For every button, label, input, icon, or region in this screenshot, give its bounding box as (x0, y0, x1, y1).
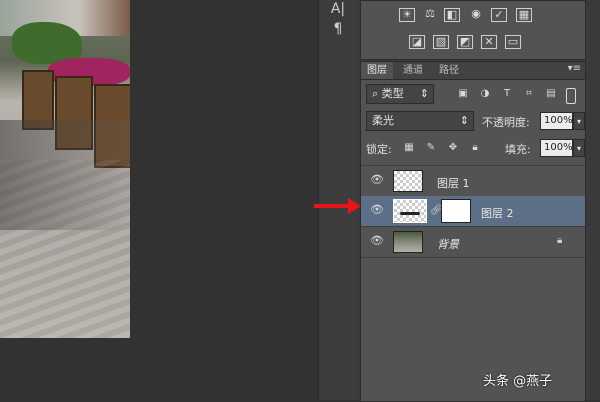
layer-thumbnail (393, 231, 423, 253)
canvas-workspace[interactable] (0, 0, 318, 400)
layer-name[interactable]: 背景 (437, 236, 459, 252)
channel-mixer-icon[interactable]: ▦ (516, 8, 532, 22)
tab-layers[interactable]: 图层 (361, 62, 393, 79)
opacity-field[interactable]: 100% (540, 112, 573, 130)
thumbnail-content (400, 212, 420, 215)
filter-smart-object-icon[interactable]: ▤ (545, 88, 557, 100)
lock-position-icon[interactable]: ✥ (447, 142, 459, 154)
layer-thumbnail (393, 170, 423, 192)
brightness-contrast-icon[interactable]: ☀ (399, 8, 415, 22)
blend-mode-value: 柔光 (372, 114, 394, 127)
document-image[interactable] (0, 0, 130, 338)
layer-thumbnail (393, 199, 427, 223)
search-icon: ⌕ (372, 87, 382, 100)
filter-pixel-icon[interactable]: ▣ (457, 88, 469, 100)
levels-icon[interactable]: ⚖ (422, 8, 438, 22)
invert-icon[interactable]: ◪ (409, 35, 425, 49)
tab-channels[interactable]: 通道 (397, 62, 429, 79)
layers-panel: 图层 通道 路径 ▾≡ ⌕ 类型 ⇕ ▣ ◑ T ⌗ ▤ 柔光 ⇕ 不透明度: … (360, 61, 586, 402)
chevron-updown-icon: ⇕ (419, 87, 429, 100)
panel-tabs: 图层 通道 路径 ▾≡ (361, 62, 585, 80)
visibility-eye-icon[interactable]: 👁︎ (369, 204, 385, 216)
vibrance-icon[interactable]: ✓ (491, 8, 507, 22)
fill-label: 填充: (505, 143, 531, 156)
lock-transparent-icon[interactable]: ▦ (403, 142, 415, 154)
layer-name[interactable]: 图层 1 (437, 175, 470, 191)
lock-all-icon[interactable]: 🔒︎ (469, 142, 481, 154)
layer-name[interactable]: 图层 2 (481, 205, 514, 221)
adjustments-panel: ☀ ⚖ ◧ ◉ ✓ ▦ ◪ ▧ ◩ ✕ ▭ (360, 0, 586, 60)
layer-row[interactable]: 👁︎ 背景 🔒︎ (361, 227, 585, 258)
opacity-label: 不透明度: (482, 116, 530, 129)
opacity-dropdown-icon[interactable]: ▾ (573, 112, 585, 130)
filter-type-icon[interactable]: T (501, 88, 513, 100)
fill-field[interactable]: 100% (540, 139, 573, 157)
layer-row-selected[interactable]: 👁︎ 🔗︎ 图层 2 (361, 196, 585, 227)
red-arrow-annotation (314, 198, 361, 214)
filter-shape-icon[interactable]: ⌗ (523, 88, 535, 100)
visibility-eye-icon[interactable]: 👁︎ (369, 174, 385, 186)
layer-mask-thumbnail[interactable] (441, 199, 471, 223)
visibility-eye-icon[interactable]: 👁︎ (369, 235, 385, 247)
lock-label: 锁定: (366, 143, 392, 156)
character-panel-icon[interactable]: A| (327, 0, 349, 18)
fill-dropdown-icon[interactable]: ▾ (573, 139, 585, 157)
exposure-icon[interactable]: ◉ (468, 8, 484, 22)
filter-adjustment-icon[interactable]: ◑ (479, 88, 491, 100)
image-shadow (0, 120, 130, 230)
layer-filter-label: 类型 (381, 87, 404, 100)
layer-filter-select[interactable]: ⌕ 类型 ⇕ (366, 84, 434, 104)
gradient-map-icon[interactable]: ▭ (505, 35, 521, 49)
lock-paint-icon[interactable]: ✎ (425, 142, 437, 154)
blend-mode-select[interactable]: 柔光 ⇕ (366, 111, 474, 131)
lock-icon: 🔒︎ (557, 235, 563, 246)
tab-paths[interactable]: 路径 (433, 62, 465, 79)
paragraph-panel-icon[interactable]: ¶ (327, 20, 349, 38)
panel-menu-icon[interactable]: ▾≡ (568, 63, 581, 74)
curves-icon[interactable]: ◧ (444, 8, 460, 22)
chevron-updown-icon: ⇕ (459, 114, 469, 127)
posterize-icon[interactable]: ▧ (433, 35, 449, 49)
threshold-icon[interactable]: ◩ (457, 35, 473, 49)
selective-color-icon[interactable]: ✕ (481, 35, 497, 49)
filter-toggle-icon[interactable] (566, 88, 576, 104)
layer-row[interactable]: 👁︎ 图层 1 (361, 165, 585, 197)
watermark-text: 头条 @燕子 (483, 374, 553, 389)
